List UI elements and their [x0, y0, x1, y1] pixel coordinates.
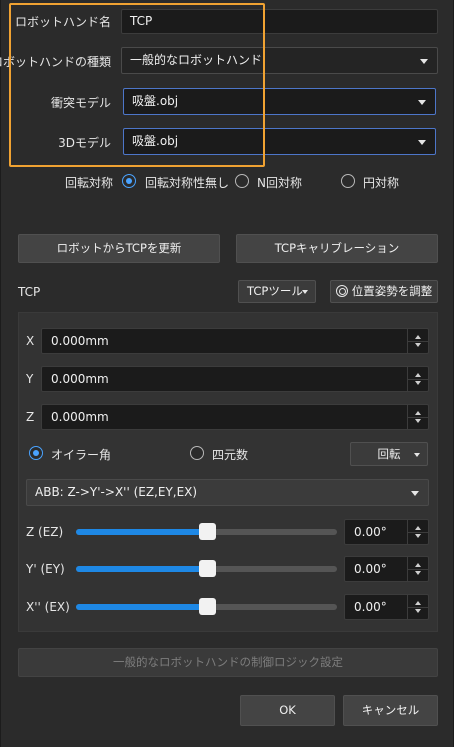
chevron-down-icon	[302, 290, 308, 294]
tcp-section-label: TCP	[18, 285, 41, 299]
angle-value: 0.00°	[354, 525, 387, 539]
chevron-down-icon	[420, 59, 428, 64]
x-value: 0.000mm	[51, 334, 109, 348]
arrow-down-icon[interactable]	[415, 343, 421, 347]
z-spinner[interactable]	[407, 405, 428, 429]
angle-spinner[interactable]	[407, 595, 428, 619]
symmetry-none-label: 回転対称性無し	[145, 176, 230, 190]
symmetry-circular-label: 円対称	[363, 176, 400, 190]
arrow-up-icon[interactable]	[415, 563, 421, 567]
angle-input[interactable]: 0.00°	[344, 594, 429, 620]
x-label: X	[26, 334, 35, 348]
z-input[interactable]: 0.000mm	[41, 404, 429, 430]
slider-fill	[76, 566, 207, 572]
chevron-down-icon	[414, 453, 420, 457]
x-input[interactable]: 0.000mm	[41, 328, 429, 354]
robot-hand-type-value: 一般的なロボットハンド	[130, 53, 263, 67]
ok-button[interactable]: OK	[240, 695, 335, 726]
collision-model-select[interactable]: 吸盤.obj	[123, 88, 436, 115]
euler-convention-value: ABB: Z->Y'->X'' (EZ,EY,EX)	[35, 485, 198, 499]
collision-model-label: 衝突モデル	[50, 96, 111, 110]
angle-slider[interactable]	[76, 560, 337, 577]
angle-spinner[interactable]	[407, 557, 428, 581]
angle-spinner[interactable]	[407, 520, 428, 544]
chevron-down-icon	[418, 100, 426, 105]
model-3d-value: 吸盤.obj	[132, 134, 179, 148]
slider-handle[interactable]	[198, 523, 216, 540]
update-tcp-from-robot-button[interactable]: ロボットからTCPを更新	[18, 234, 220, 263]
quaternion-radio[interactable]	[190, 446, 204, 460]
slider-fill	[76, 529, 207, 535]
angle-value: 0.00°	[354, 562, 387, 576]
y-value: 0.000mm	[51, 372, 109, 386]
symmetry-n-fold-radio[interactable]	[235, 174, 249, 188]
slider-fill	[76, 604, 207, 610]
cancel-button[interactable]: キャンセル	[343, 695, 438, 726]
euler-convention-select[interactable]: ABB: Z->Y'->X'' (EZ,EY,EX)	[26, 479, 429, 506]
z-value: 0.000mm	[51, 410, 109, 424]
arrow-up-icon[interactable]	[415, 526, 421, 530]
robot-hand-name-input[interactable]: TCP	[121, 9, 438, 34]
quaternion-label: 四元数	[212, 448, 249, 462]
robot-hand-dialog: ロボットハンド名 TCP ロボットハンドの種類 一般的なロボットハンド 衝突モデ…	[0, 0, 454, 747]
model-3d-select[interactable]: 吸盤.obj	[123, 128, 436, 155]
symmetry-none-radio[interactable]	[122, 174, 136, 188]
y-label: Y	[26, 372, 34, 386]
arrow-down-icon[interactable]	[415, 381, 421, 385]
symmetry-circular-radio[interactable]	[341, 174, 355, 188]
rotation-dropdown[interactable]: 回転	[350, 442, 428, 466]
euler-angle-label: オイラー角	[51, 448, 112, 462]
tcp-panel	[18, 312, 438, 632]
angle-label: Z (EZ)	[26, 525, 64, 539]
tcp-calibration-button[interactable]: TCPキャリブレーション	[236, 234, 438, 263]
collision-model-value: 吸盤.obj	[132, 94, 179, 108]
arrow-up-icon[interactable]	[415, 601, 421, 605]
chevron-down-icon	[411, 491, 419, 496]
arrow-up-icon[interactable]	[415, 373, 421, 377]
arrow-down-icon[interactable]	[415, 571, 421, 575]
arrow-up-icon[interactable]	[415, 411, 421, 415]
angle-input[interactable]: 0.00°	[344, 519, 429, 545]
y-input[interactable]: 0.000mm	[41, 366, 429, 392]
adjust-pose-button[interactable]: 位置姿勢を調整	[330, 280, 438, 303]
model-3d-label: 3Dモデル	[58, 136, 111, 150]
tcp-tool-select[interactable]: TCPツール	[238, 280, 316, 303]
y-spinner[interactable]	[407, 367, 428, 391]
adjust-pose-label: 位置姿勢を調整	[351, 284, 433, 298]
tcp-tool-value: TCPツール	[247, 284, 303, 298]
symmetry-label: 回転対称	[65, 176, 114, 190]
arrow-down-icon[interactable]	[415, 609, 421, 613]
angle-input[interactable]: 0.00°	[344, 556, 429, 582]
arrow-down-icon[interactable]	[415, 419, 421, 423]
symmetry-n-fold-label: N回対称	[257, 176, 302, 190]
arrow-down-icon[interactable]	[415, 534, 421, 538]
control-logic-settings-button[interactable]: 一般的なロボットハンドの制御ロジック設定	[18, 648, 438, 677]
angle-slider[interactable]	[76, 598, 337, 615]
chevron-down-icon	[418, 140, 426, 145]
angle-value: 0.00°	[354, 600, 387, 614]
arrow-up-icon[interactable]	[415, 335, 421, 339]
slider-handle[interactable]	[198, 560, 216, 577]
angle-label: Y' (EY)	[26, 562, 65, 576]
rotation-dropdown-value: 回転	[377, 447, 401, 461]
robot-hand-type-label: ロボットハンドの種類	[0, 55, 111, 69]
euler-angle-radio[interactable]	[29, 446, 43, 460]
z-label: Z	[26, 410, 35, 424]
angle-label: X'' (EX)	[26, 600, 70, 614]
gear-icon	[335, 285, 348, 297]
angle-slider[interactable]	[76, 523, 337, 540]
robot-hand-name-label: ロボットハンド名	[14, 15, 111, 29]
x-spinner[interactable]	[407, 329, 428, 353]
slider-handle[interactable]	[198, 598, 216, 615]
robot-hand-type-select[interactable]: 一般的なロボットハンド	[121, 47, 438, 74]
